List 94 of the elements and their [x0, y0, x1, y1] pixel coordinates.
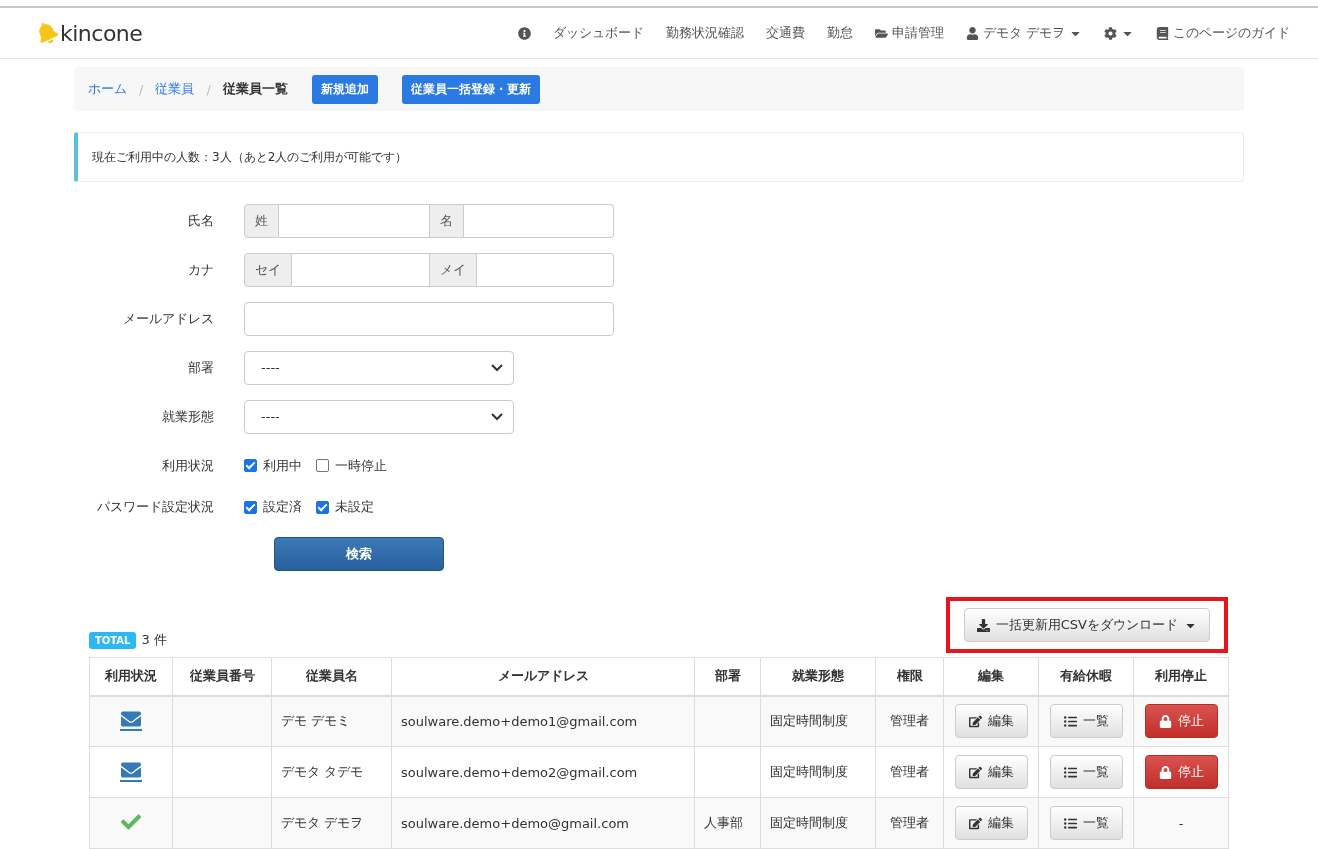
table-cell: soulware.demo+demo1@gmail.com: [401, 713, 638, 729]
table-cell: 固定時間制度: [770, 815, 848, 830]
input-field[interactable]: [476, 252, 614, 287]
nav-link[interactable]: 勤務状況確認: [665, 24, 744, 42]
checkbox[interactable]: [244, 459, 257, 472]
edit-button[interactable]: 編集: [954, 755, 1028, 789]
input-addon: 姓: [244, 203, 279, 238]
column-header: 従業員番号: [172, 657, 272, 696]
table-cell: 固定時間制度: [770, 713, 848, 729]
nav-link[interactable]: 交通費: [765, 24, 805, 42]
search-button[interactable]: 検索: [274, 537, 444, 571]
table-cell: 管理者: [890, 815, 929, 830]
breadcrumb-link[interactable]: ホーム: [88, 80, 127, 98]
info-icon: [517, 26, 531, 40]
column-header: 利用停止: [1133, 657, 1229, 696]
checkbox[interactable]: [244, 500, 257, 514]
stop-button[interactable]: 停止: [1144, 755, 1218, 789]
checkbox-label: 一時停止: [335, 456, 387, 475]
field-label: パスワード設定状況: [96, 498, 215, 516]
settings-icon: [1104, 26, 1117, 40]
table-cell: 管理者: [890, 764, 929, 779]
input-addon: 名: [428, 203, 464, 238]
folder-icon: [874, 26, 888, 40]
table-cell: soulware.demo+demo@gmail.com: [401, 815, 629, 831]
column-header: 部署: [694, 657, 761, 696]
input-field[interactable]: [244, 301, 614, 336]
column-header: 就業形態: [760, 657, 876, 696]
table-cell: 管理者: [890, 713, 929, 729]
list-icon: [1063, 765, 1077, 779]
field-label: 部署: [187, 358, 215, 377]
lock-icon: [1158, 714, 1172, 728]
input-addon: メイ: [428, 252, 477, 287]
column-header: 権限: [875, 657, 944, 696]
input-field[interactable]: [279, 203, 429, 238]
table-cell: 固定時間制度: [770, 764, 848, 779]
field-label: カナ: [187, 260, 215, 279]
input-field[interactable]: [463, 203, 614, 238]
brand-logo: kincone: [60, 20, 143, 46]
breadcrumb-separator: /: [206, 81, 211, 97]
notice-alert: 現在ご利用中の人数：3人（あと2人のご利用が可能です）: [74, 132, 1244, 182]
breadcrumb-separator: /: [139, 81, 144, 97]
field-label: 氏名: [187, 211, 215, 230]
download-icon: [976, 618, 990, 632]
breadcrumb-link[interactable]: 従業員: [155, 80, 195, 98]
table-cell: デモタ タデモ: [281, 764, 364, 779]
checkbox[interactable]: [316, 500, 329, 514]
lock-icon: [1158, 765, 1172, 779]
table-cell: -: [1178, 815, 1184, 831]
header-button[interactable]: 従業員一括登録・更新: [401, 74, 540, 104]
list-icon: [1063, 816, 1077, 830]
select-field[interactable]: ----: [244, 399, 514, 434]
nav-link[interactable]: 勤怠: [826, 24, 853, 42]
book-icon: [1156, 26, 1169, 40]
nav-link[interactable]: このページのガイド: [1156, 24, 1290, 42]
header-button[interactable]: 新規追加: [311, 74, 378, 104]
column-header: 有給休暇: [1038, 657, 1134, 696]
download-csv-button[interactable]: 一括更新用CSVをダウンロード: [963, 608, 1210, 642]
checkbox-label: 利用中: [263, 456, 302, 475]
list-button[interactable]: 一覧: [1049, 704, 1123, 739]
edit-icon: [968, 816, 982, 830]
current-page-title: 従業員一覧: [222, 80, 288, 98]
edit-button[interactable]: 編集: [954, 704, 1028, 739]
edit-icon: [968, 765, 982, 779]
edit-icon: [968, 714, 982, 728]
checkbox-label: 設定済: [263, 498, 302, 516]
checkbox-label: 未設定: [335, 498, 374, 516]
column-header: 編集: [943, 657, 1039, 696]
edit-button[interactable]: 編集: [954, 806, 1028, 840]
nav-link[interactable]: ダッシュボード: [552, 24, 644, 42]
field-label: 利用状況: [161, 456, 215, 475]
user-icon: [965, 26, 979, 40]
field-label: 就業形態: [161, 407, 215, 426]
table-cell: デモ デモミ: [281, 713, 351, 729]
input-field[interactable]: [292, 252, 429, 287]
column-header: メールアドレス: [391, 657, 695, 696]
list-button[interactable]: 一覧: [1049, 755, 1123, 789]
chevron-down-icon: [491, 412, 503, 421]
chevron-down-icon: [491, 363, 503, 372]
total-badge: TOTAL: [89, 631, 137, 649]
total-count: 3 件: [141, 631, 167, 649]
table-cell: デモタ デモヲ: [281, 815, 364, 830]
nav-link[interactable]: デモタ デモヲ: [965, 24, 1082, 42]
list-icon: [1063, 714, 1077, 728]
list-button[interactable]: 一覧: [1049, 806, 1123, 840]
nav-link[interactable]: 申請管理: [874, 24, 944, 42]
column-header: 利用状況: [89, 657, 173, 696]
column-header: 従業員名: [271, 657, 392, 696]
stop-button[interactable]: 停止: [1144, 704, 1218, 739]
table-cell: 人事部: [704, 815, 743, 830]
select-field[interactable]: ----: [244, 350, 514, 385]
table-cell: soulware.demo+demo2@gmail.com: [401, 764, 638, 780]
field-label: メールアドレス: [122, 309, 215, 328]
input-addon: セイ: [244, 252, 292, 287]
checkbox[interactable]: [316, 459, 329, 472]
